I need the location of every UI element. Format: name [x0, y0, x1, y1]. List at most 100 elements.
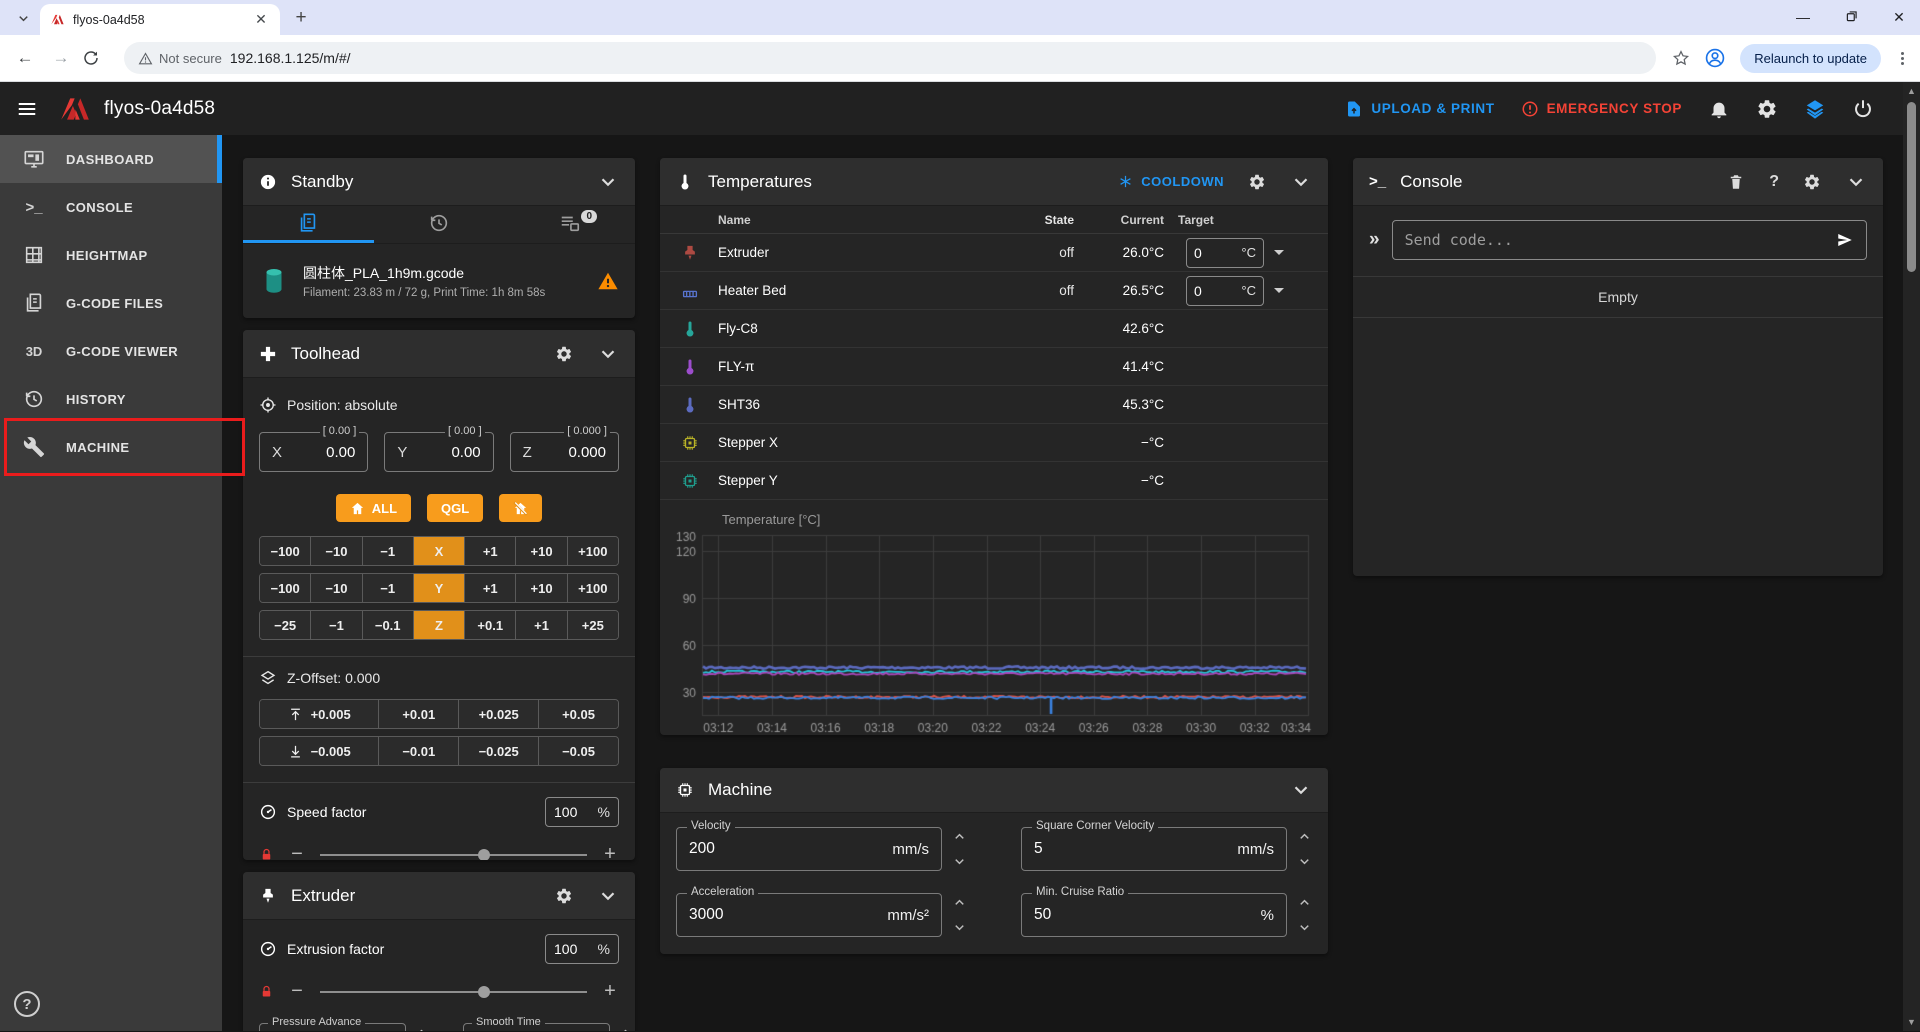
speed-factor-input[interactable]: 100 % [545, 797, 619, 827]
z-offset-up-button[interactable]: +0.005 [260, 700, 378, 728]
speed-decrease-button[interactable]: − [288, 843, 306, 860]
tab-job-queue[interactable]: 0 [504, 206, 635, 243]
collapse-chevron-icon[interactable] [1845, 171, 1867, 193]
collapse-chevron-icon[interactable] [597, 343, 619, 365]
tab-close-icon[interactable]: ✕ [252, 11, 270, 29]
sidebar-item-gcode-viewer[interactable]: 3D G-CODE VIEWER [0, 327, 222, 375]
jog-button[interactable]: −1 [362, 574, 413, 602]
jog-button[interactable]: +100 [567, 574, 618, 602]
z-position-field[interactable]: [ 0.000 ] Z 0.000 [510, 432, 619, 472]
target-value-input[interactable] [1194, 283, 1224, 299]
stepper-up-icon[interactable] [618, 1025, 633, 1031]
stepper-down-icon[interactable] [1297, 920, 1312, 935]
temperature-row-extruder[interactable]: Extruder off 26.0°C °C [660, 234, 1328, 272]
z-offset-down-button[interactable]: −0.01 [378, 737, 458, 765]
temperature-row-sht36[interactable]: SHT36 45.3°C [660, 386, 1328, 424]
target-value-input[interactable] [1194, 245, 1224, 261]
sidebar-item-heightmap[interactable]: HEIGHTMAP [0, 231, 222, 279]
slider-thumb[interactable] [478, 986, 490, 998]
motors-off-button[interactable] [499, 494, 542, 522]
extrusion-factor-input[interactable]: 100 % [545, 934, 619, 964]
site-security[interactable]: Not secure [138, 51, 222, 66]
sidebar-item-dashboard[interactable]: DASHBOARD [0, 135, 222, 183]
browser-menu-icon[interactable] [1895, 52, 1910, 65]
toolhead-settings-gear-icon[interactable] [555, 345, 573, 363]
scrollbar-thumb[interactable] [1907, 102, 1916, 272]
address-bar[interactable]: Not secure 192.168.1.125/m/#/ [124, 42, 1656, 74]
temperature-row-fly-c8[interactable]: Fly-C8 42.6°C [660, 310, 1328, 348]
send-command-icon[interactable] [1836, 231, 1854, 249]
forward-button[interactable]: → [46, 48, 76, 68]
stepper-up-icon[interactable] [1297, 829, 1312, 844]
scrollbar-down-arrow[interactable]: ▼ [1907, 1017, 1916, 1027]
jog-button[interactable]: +10 [515, 574, 566, 602]
stepper-down-icon[interactable] [1297, 854, 1312, 869]
jog-button[interactable]: −1 [362, 537, 413, 565]
target-dropdown-caret-icon[interactable] [1274, 250, 1284, 255]
jog-button[interactable]: +25 [567, 611, 618, 639]
extruder-target-input[interactable]: °C [1186, 238, 1264, 268]
command-history-expand-icon[interactable]: » [1369, 229, 1380, 251]
console-settings-gear-icon[interactable] [1803, 173, 1821, 191]
acceleration-field[interactable]: Acceleration 3000 mm/s² [676, 893, 942, 937]
jog-button[interactable]: +1 [464, 537, 515, 565]
profile-icon[interactable] [1704, 47, 1726, 69]
relaunch-to-update-button[interactable]: Relaunch to update [1740, 44, 1881, 73]
jog-button[interactable]: −10 [310, 537, 361, 565]
square-corner-velocity-field[interactable]: Square Corner Velocity 5 mm/s [1021, 827, 1287, 871]
temperature-row-heater-bed[interactable]: Heater Bed off 26.5°C °C [660, 272, 1328, 310]
stepper-down-icon[interactable] [952, 854, 967, 869]
collapse-chevron-icon[interactable] [597, 171, 619, 193]
tab-history[interactable] [374, 206, 505, 243]
tab-search-button[interactable] [8, 4, 38, 32]
help-button[interactable]: ? [14, 991, 40, 1017]
new-tab-button[interactable]: + [288, 7, 314, 29]
extruder-settings-gear-icon[interactable] [555, 887, 573, 905]
window-maximize-button[interactable] [1836, 9, 1866, 25]
min-cruise-ratio-field[interactable]: Min. Cruise Ratio 50 % [1021, 893, 1287, 937]
bookmark-star-icon[interactable] [1672, 49, 1690, 67]
emergency-stop-button[interactable]: EMERGENCY STOP [1521, 100, 1682, 118]
pressure-advance-field[interactable]: Pressure Advance 0.05 s [259, 1023, 406, 1031]
speed-factor-slider[interactable] [320, 854, 587, 856]
extrusion-factor-slider[interactable] [320, 991, 587, 993]
home-all-button[interactable]: ALL [336, 494, 411, 522]
scrollbar-up-arrow[interactable]: ▲ [1907, 86, 1916, 96]
extrusion-increase-button[interactable]: + [601, 980, 619, 1003]
speed-increase-button[interactable]: + [601, 843, 619, 860]
tab-recent-files[interactable] [243, 206, 374, 243]
browser-tab[interactable]: flyos-0a4d58 ✕ [40, 4, 280, 35]
extrusion-decrease-button[interactable]: − [288, 980, 306, 1003]
temperatures-settings-gear-icon[interactable] [1248, 173, 1266, 191]
z-offset-up-button[interactable]: +0.01 [378, 700, 458, 728]
temperature-row-stepper-y[interactable]: Stepper Y −°C [660, 462, 1328, 500]
window-close-button[interactable]: ✕ [1884, 9, 1914, 26]
jog-button[interactable]: +1 [515, 611, 566, 639]
lock-icon[interactable] [259, 847, 274, 860]
slider-thumb[interactable] [478, 849, 490, 861]
jog-button[interactable]: −100 [260, 574, 310, 602]
lock-icon[interactable] [259, 984, 274, 999]
theme-layers-icon[interactable] [1804, 98, 1826, 120]
x-position-field[interactable]: [ 0.00 ] X 0.00 [259, 432, 368, 472]
jog-button[interactable]: +1 [464, 574, 515, 602]
target-dropdown-caret-icon[interactable] [1274, 288, 1284, 293]
clear-console-trash-icon[interactable] [1727, 173, 1745, 191]
reload-button[interactable] [82, 49, 112, 67]
stepper-up-icon[interactable] [952, 895, 967, 910]
qgl-button[interactable]: QGL [427, 494, 483, 522]
temperature-row-fly-pi[interactable]: FLY-π 41.4°C [660, 348, 1328, 386]
window-minimize-button[interactable]: — [1788, 9, 1818, 25]
collapse-chevron-icon[interactable] [1290, 779, 1312, 801]
hamburger-menu-icon[interactable] [16, 98, 38, 120]
stepper-up-icon[interactable] [952, 829, 967, 844]
console-help-icon[interactable]: ? [1769, 173, 1779, 191]
temperature-row-stepper-x[interactable]: Stepper X −°C [660, 424, 1328, 462]
temperature-chart[interactable] [666, 529, 1316, 735]
z-offset-up-button[interactable]: +0.025 [458, 700, 538, 728]
collapse-chevron-icon[interactable] [597, 885, 619, 907]
power-icon[interactable] [1852, 98, 1874, 120]
z-offset-down-button[interactable]: −0.025 [458, 737, 538, 765]
jog-button[interactable]: −25 [260, 611, 310, 639]
stepper-up-icon[interactable] [1297, 895, 1312, 910]
